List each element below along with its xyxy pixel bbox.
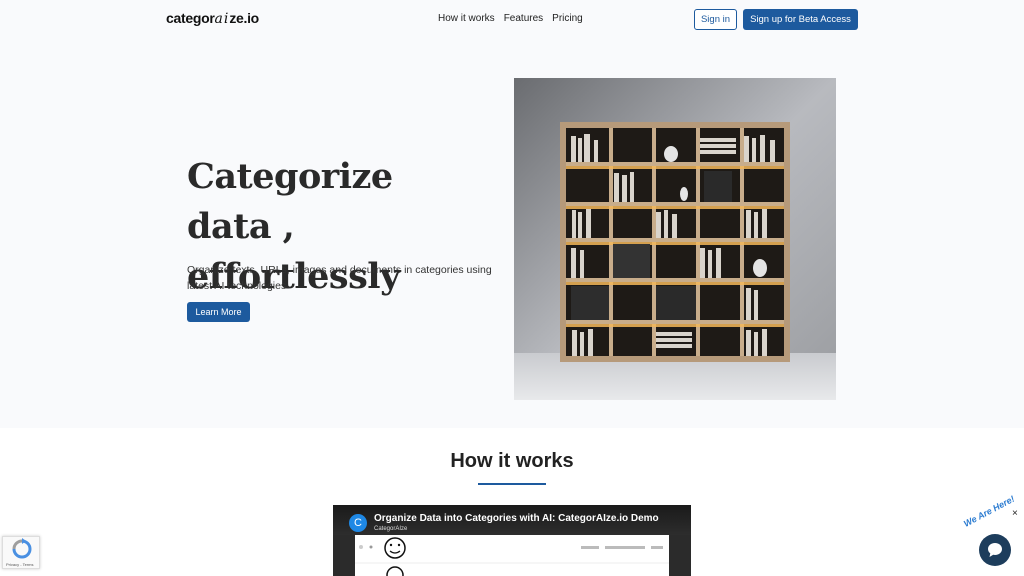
recaptcha-text[interactable]: Privacy - Terms — [6, 562, 33, 567]
logo-prefix: categor — [166, 10, 215, 26]
title-underline — [478, 483, 546, 485]
chat-bubble-icon — [988, 543, 1002, 557]
hero-section — [0, 0, 1024, 428]
nav-how-it-works[interactable]: How it works — [438, 13, 495, 24]
recaptcha-icon — [12, 538, 32, 559]
sign-up-button[interactable]: Sign up for Beta Access — [743, 9, 858, 30]
chat-button[interactable] — [979, 534, 1011, 566]
video-header: C Organize Data into Categories with AI:… — [333, 505, 691, 535]
video-channel: CategorAIze — [374, 526, 408, 532]
logo-ai: ai — [214, 11, 230, 27]
main-nav: How it works Features Pricing — [438, 13, 583, 24]
channel-avatar[interactable]: C — [349, 514, 367, 532]
logo[interactable]: categoraize.io — [166, 10, 259, 27]
learn-more-button[interactable]: Learn More — [187, 302, 250, 322]
bookshelf-image — [514, 78, 836, 400]
nav-features[interactable]: Features — [504, 13, 543, 24]
video-title[interactable]: Organize Data into Categories with AI: C… — [374, 513, 659, 524]
chat-close-icon[interactable]: × — [1012, 508, 1018, 519]
demo-video[interactable]: C Organize Data into Categories with AI:… — [333, 505, 691, 576]
hero-title-line1: Categorize data , — [187, 156, 393, 247]
sign-in-button[interactable]: Sign in — [694, 9, 737, 30]
chat-tagline: We Are Here! — [962, 493, 1017, 529]
logo-suffix: ze.io — [229, 10, 259, 26]
recaptcha-badge[interactable]: Privacy - Terms — [2, 536, 40, 569]
nav-pricing[interactable]: Pricing — [552, 13, 583, 24]
page: categoraize.io How it works Features Pri… — [0, 0, 1024, 576]
hero-subtitle: Organize texts, URLs, images and documen… — [187, 264, 492, 292]
how-it-works-title: How it works — [450, 450, 574, 472]
video-preview — [355, 533, 669, 576]
